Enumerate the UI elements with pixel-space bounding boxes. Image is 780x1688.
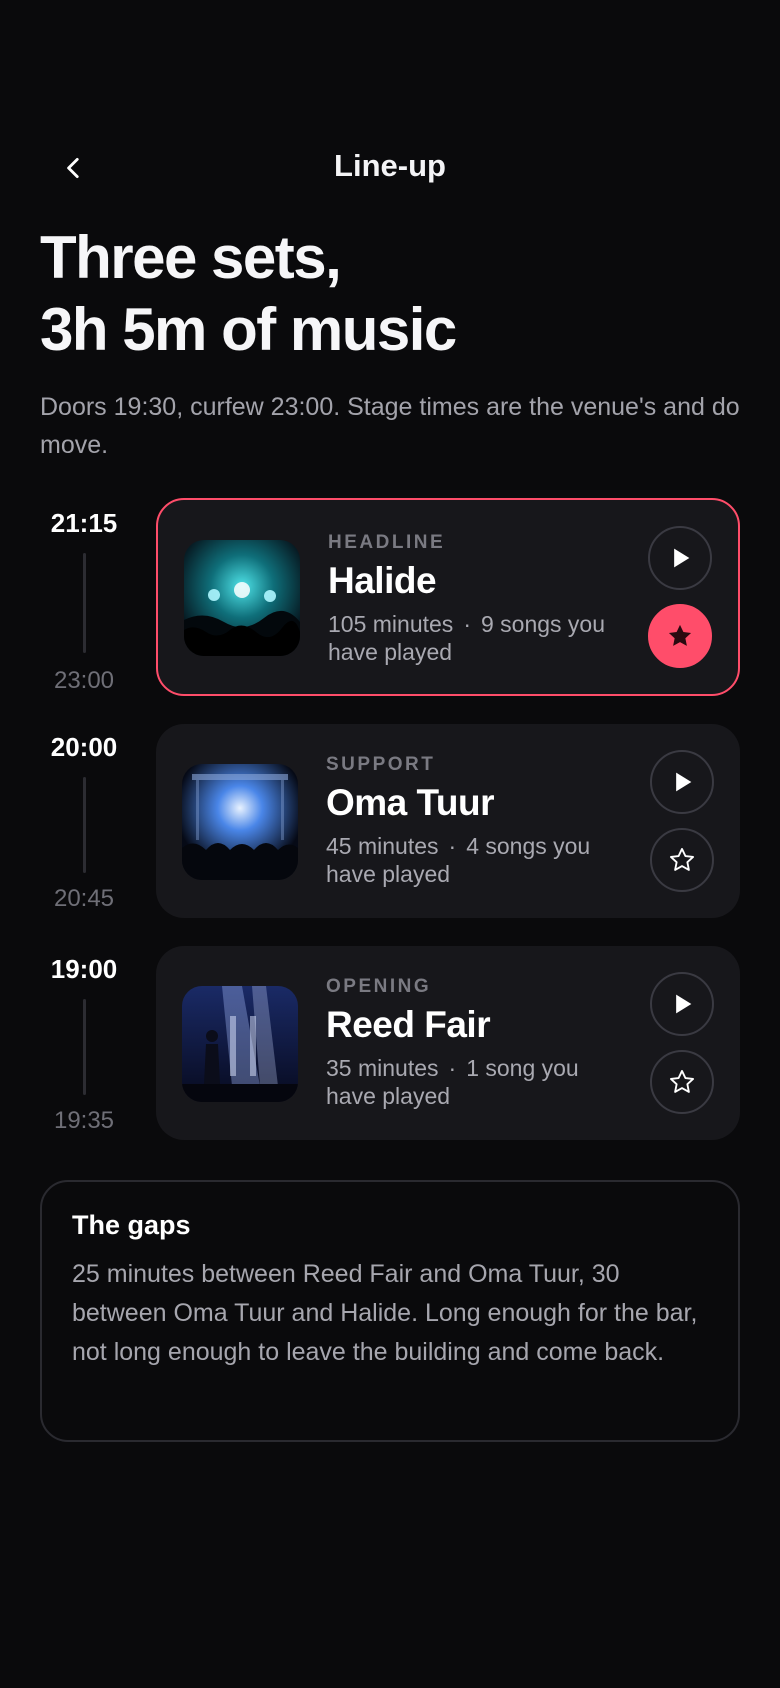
played-count: 1 song you xyxy=(466,1055,579,1081)
set-role: HEADLINE xyxy=(328,532,446,553)
set-start-time: 21:15 xyxy=(50,508,118,538)
set-meta: 45 minutes · 4 songs you have played xyxy=(326,832,636,888)
time-connector xyxy=(82,777,86,873)
separator-dot: · xyxy=(448,833,457,859)
set-duration: 105 minutes xyxy=(328,611,454,637)
hero: Three sets, 3h 5m of music Doors 19:30, … xyxy=(40,222,740,464)
act-thumbnail xyxy=(184,540,300,656)
play-button[interactable] xyxy=(650,750,714,814)
favorite-button[interactable] xyxy=(650,828,714,892)
played-suffix: have played xyxy=(326,1083,451,1109)
set-meta: 35 minutes · 1 song you have played xyxy=(326,1054,636,1110)
concert-image xyxy=(182,986,298,1102)
act-name: Reed Fair xyxy=(326,1004,491,1045)
hero-title: Three sets, 3h 5m of music xyxy=(40,222,740,366)
set-time-column: 21:15 23:00 xyxy=(36,508,132,695)
hero-title-line-1: Three sets, xyxy=(40,224,342,291)
play-icon xyxy=(674,548,690,568)
star-outline-icon xyxy=(669,847,695,871)
hero-title-line-2: 3h 5m of music xyxy=(40,296,457,363)
page-title: Line-up xyxy=(334,148,446,183)
set-info: SUPPORT Oma Tuur 45 minutes · 4 songs you … xyxy=(326,754,636,888)
act-name: Oma Tuur xyxy=(326,782,495,823)
set-card-reed-fair[interactable]: OPENING Reed Fair 35 minutes · 1 song you … xyxy=(156,946,740,1140)
gaps-body: 25 minutes between Reed Fair and Oma Tuu… xyxy=(72,1260,698,1366)
played-count: 9 songs you xyxy=(480,611,606,637)
lineup-screen: Line-up Three sets, 3h 5m of music Doors… xyxy=(0,0,780,1688)
play-button[interactable] xyxy=(650,972,714,1036)
played-suffix: have played xyxy=(326,861,451,887)
set-end-time: 23:00 xyxy=(53,667,115,694)
gaps-info-box: The gaps 25 minutes between Reed Fair an… xyxy=(40,1180,740,1442)
concert-image xyxy=(184,540,300,656)
played-count: 4 songs you xyxy=(466,833,591,859)
set-card-halide[interactable]: HEADLINE Halide 105 minutes · 9 songs you … xyxy=(156,498,740,696)
star-filled-icon xyxy=(668,624,692,646)
top-bar: Line-up xyxy=(0,138,780,198)
played-suffix: have played xyxy=(328,639,453,665)
set-start-time: 19:00 xyxy=(50,954,118,984)
play-icon xyxy=(676,772,692,792)
set-start-time: 20:00 xyxy=(50,732,118,762)
act-name: Halide xyxy=(328,560,437,601)
set-card-oma-tuur[interactable]: SUPPORT Oma Tuur 45 minutes · 4 songs you … xyxy=(156,724,740,918)
play-button[interactable] xyxy=(648,526,712,590)
time-connector xyxy=(82,553,86,653)
set-meta: 105 minutes · 9 songs you have played xyxy=(328,610,638,666)
gaps-title: The gaps xyxy=(72,1210,191,1240)
play-icon xyxy=(676,994,692,1014)
set-role: OPENING xyxy=(326,976,432,997)
hero-subtitle: Doors 19:30, curfew 23:00. Stage times a… xyxy=(40,393,740,459)
set-duration: 35 minutes xyxy=(326,1055,439,1081)
set-info: OPENING Reed Fair 35 minutes · 1 song you … xyxy=(326,976,636,1110)
set-duration: 45 minutes xyxy=(326,833,439,859)
separator-dot: · xyxy=(448,1055,457,1081)
act-thumbnail xyxy=(182,986,298,1102)
act-thumbnail xyxy=(182,764,298,880)
separator-dot: · xyxy=(463,611,471,637)
star-outline-icon xyxy=(669,1069,695,1093)
set-info: HEADLINE Halide 105 minutes · 9 songs you … xyxy=(328,532,638,666)
set-time-column: 19:00 19:35 xyxy=(36,954,132,1135)
set-end-time: 20:45 xyxy=(53,885,115,912)
concert-image xyxy=(182,764,298,880)
favorite-button[interactable] xyxy=(650,1050,714,1114)
set-role: SUPPORT xyxy=(326,754,436,775)
favorite-button[interactable] xyxy=(648,604,712,668)
set-time-column: 20:00 20:45 xyxy=(36,732,132,913)
time-connector xyxy=(82,999,86,1095)
set-end-time: 19:35 xyxy=(53,1107,115,1134)
